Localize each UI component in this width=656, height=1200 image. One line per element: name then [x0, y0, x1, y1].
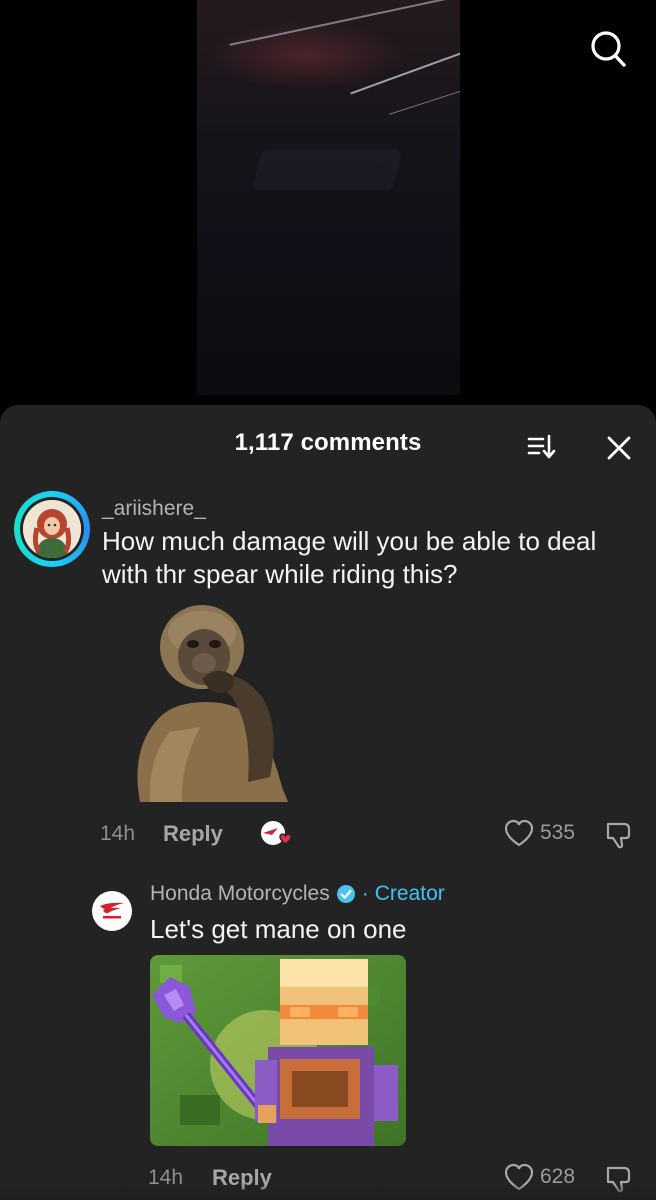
avatar-illustration — [23, 500, 81, 558]
close-button[interactable] — [598, 427, 640, 469]
reply-button[interactable]: Reply — [163, 821, 223, 847]
comment-text: How much damage will you be able to deal… — [102, 526, 597, 589]
heart-icon — [504, 819, 534, 847]
dislike-button[interactable] — [602, 818, 636, 852]
reply-author-row: Honda Motorcycles · Creator — [150, 882, 445, 906]
like-count: 535 — [540, 821, 576, 844]
verified-badge-icon — [336, 885, 355, 903]
motorcycle-highlight — [389, 86, 460, 115]
thinking-monkey-sticker[interactable] — [120, 597, 292, 802]
motorcycle-shadow — [207, 20, 407, 90]
sort-button[interactable] — [522, 427, 562, 467]
like-button[interactable]: 535 — [504, 819, 575, 847]
video-preview[interactable] — [197, 0, 460, 395]
creator-liked-badge — [258, 819, 294, 849]
separator-dot: · — [361, 882, 369, 905]
commenter-avatar[interactable] — [14, 491, 90, 567]
motorcycle-fairing — [252, 150, 402, 190]
scroll-fade — [0, 1184, 656, 1200]
reply-author-name[interactable]: Honda Motorcycles — [150, 882, 330, 906]
search-icon — [591, 31, 626, 67]
minecraft-character-image[interactable] — [150, 955, 406, 1146]
comment-timestamp: 14h — [100, 822, 136, 845]
reply-text: Let's get mane on one — [150, 914, 407, 944]
honda-wing-logo-icon — [100, 902, 124, 919]
search-button[interactable] — [585, 26, 631, 72]
honda-avatar[interactable] — [92, 891, 132, 931]
close-icon — [607, 436, 631, 460]
creator-badge: Creator — [374, 882, 445, 905]
thumbs-down-icon — [606, 822, 631, 849]
sort-icon — [527, 434, 556, 459]
comments-sheet: 1,117 comments _ariishere_ How much dama… — [0, 405, 656, 1200]
comment-username[interactable]: _ariishere_ — [102, 497, 206, 521]
